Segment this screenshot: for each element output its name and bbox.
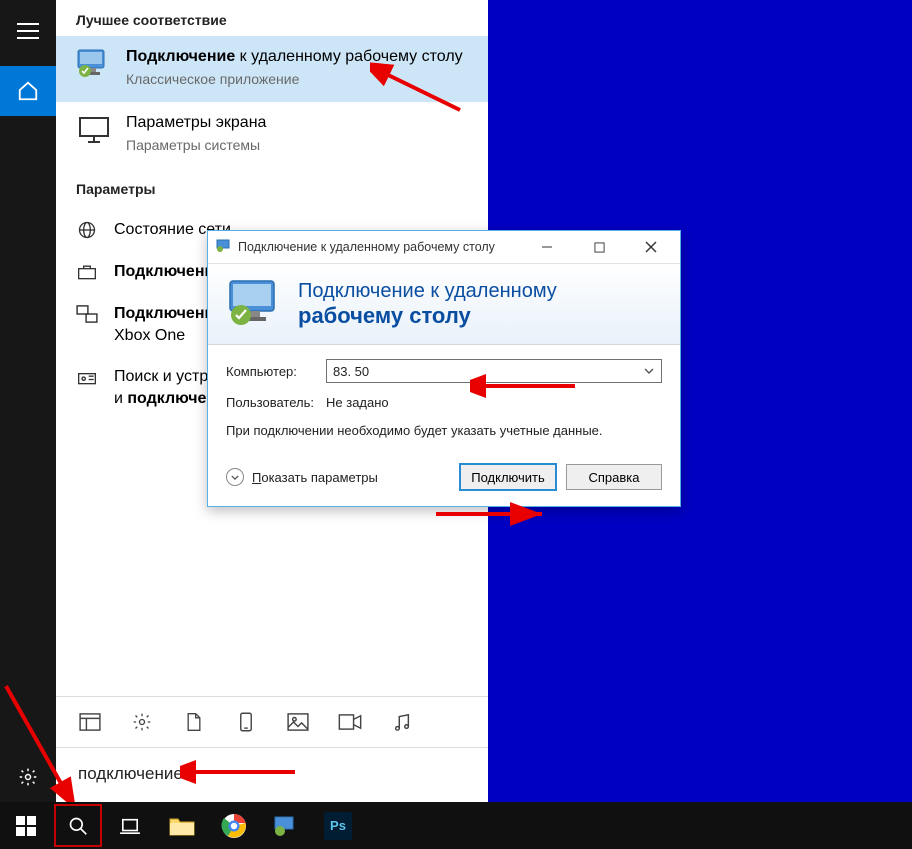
filter-apps-icon[interactable] — [78, 711, 102, 733]
filter-videos-icon[interactable] — [338, 711, 362, 733]
filter-photos-icon[interactable] — [286, 711, 310, 733]
params-header: Параметры — [56, 169, 488, 205]
user-label: Пользователь: — [226, 395, 326, 410]
taskbar-app-chrome[interactable] — [208, 802, 260, 849]
filter-toolbar — [56, 696, 488, 747]
credentials-note: При подключении необходимо будет указать… — [226, 422, 662, 440]
banner-text: Подключение к удаленному рабочему столу — [298, 280, 557, 328]
connect-button[interactable]: Подключить — [460, 464, 556, 490]
start-rail — [0, 0, 56, 802]
maximize-button[interactable] — [576, 232, 622, 262]
filter-music-icon[interactable] — [390, 711, 414, 733]
radio-icon — [76, 366, 98, 388]
chevron-down-icon[interactable] — [641, 363, 657, 379]
help-button[interactable]: Справка — [566, 464, 662, 490]
show-options-label: Показать параметры — [252, 470, 378, 485]
dialog-title-text: Подключение к удаленному рабочему столу — [238, 240, 495, 254]
dialog-titlebar[interactable]: Подключение к удаленному рабочему столу — [208, 231, 680, 263]
cast-icon — [76, 303, 98, 325]
taskbar-app-explorer[interactable] — [156, 802, 208, 849]
rdp-icon — [76, 46, 112, 82]
dialog-body: Компьютер: 83. 50 Пользователь: Не задан… — [208, 345, 680, 454]
globe-icon — [76, 219, 98, 241]
rail-settings-button[interactable] — [0, 752, 56, 802]
result-rdp-app[interactable]: Подключение к удаленному рабочему столу … — [56, 36, 488, 102]
result-display-settings[interactable]: Параметры экрана Параметры системы — [56, 102, 488, 168]
banner-monitor-icon — [226, 277, 284, 332]
dialog-footer: Показать параметры Подключить Справка — [208, 454, 680, 506]
filter-settings-icon[interactable] — [130, 711, 154, 733]
taskbar-search-button[interactable] — [52, 802, 104, 849]
hamburger-button[interactable] — [0, 6, 56, 56]
best-match-header: Лучшее соответствие — [56, 0, 488, 36]
computer-value: 83. 50 — [333, 364, 369, 379]
briefcase-icon — [76, 261, 98, 283]
dialog-banner: Подключение к удаленному рабочему столу — [208, 263, 680, 345]
folder-icon — [168, 812, 196, 840]
home-button[interactable] — [0, 66, 56, 116]
computer-combobox[interactable]: 83. 50 — [326, 359, 662, 383]
computer-label: Компьютер: — [226, 364, 326, 379]
start-button[interactable] — [0, 802, 52, 849]
search-input-text: подключение — [78, 764, 183, 783]
show-options-toggle[interactable]: Показать параметры — [226, 468, 378, 486]
search-input-row[interactable]: подключение — [56, 747, 488, 802]
close-button[interactable] — [628, 232, 674, 262]
taskbar: Ps — [0, 802, 912, 849]
photoshop-icon: Ps — [324, 812, 352, 840]
task-view-button[interactable] — [104, 802, 156, 849]
rdp-dialog: Подключение к удаленному рабочему столу … — [207, 230, 681, 507]
user-value: Не задано — [326, 395, 389, 410]
monitor-icon — [76, 112, 112, 148]
chrome-icon — [220, 812, 248, 840]
minimize-button[interactable] — [524, 232, 570, 262]
result-rdp-text: Подключение к удаленному рабочему столу … — [126, 46, 468, 88]
taskbar-app-photoshop[interactable]: Ps — [312, 802, 364, 849]
result-display-text: Параметры экрана Параметры системы — [126, 112, 468, 154]
filter-mobile-icon[interactable] — [234, 711, 258, 733]
rdp-title-icon — [216, 239, 232, 256]
taskbar-app-rdp[interactable] — [260, 802, 312, 849]
rdp-taskbar-icon — [272, 812, 300, 840]
chevron-down-circle-icon — [226, 468, 244, 486]
filter-documents-icon[interactable] — [182, 711, 206, 733]
